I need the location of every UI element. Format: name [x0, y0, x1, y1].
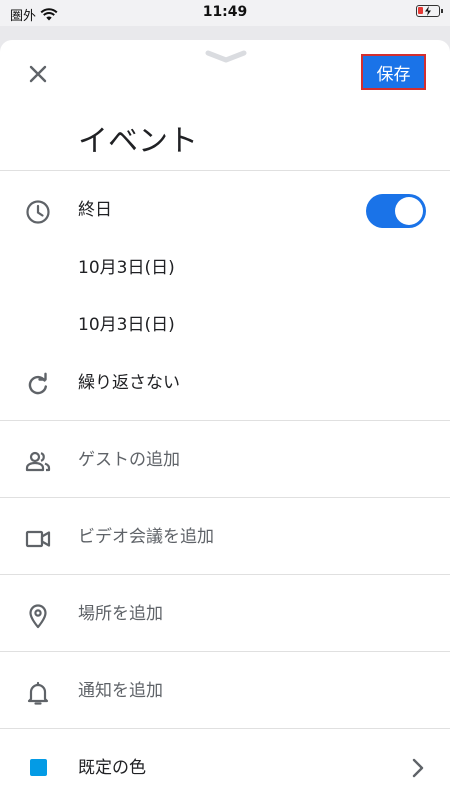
toggle-knob [395, 197, 423, 225]
people-icon [25, 451, 51, 472]
event-sheet: 保存 イベント 終日 10月3日(日) 10月3日(日) 繰り返さない ゲストの… [0, 40, 450, 800]
end-date-row[interactable]: 10月3日(日) [0, 297, 450, 353]
add-video-label: ビデオ会議を追加 [78, 527, 214, 547]
add-notification-row[interactable]: 通知を追加 [0, 663, 450, 719]
chevron-right-icon [412, 758, 424, 778]
start-date-row[interactable]: 10月3日(日) [0, 240, 450, 296]
all-day-label: 終日 [78, 200, 112, 220]
add-video-row[interactable]: ビデオ会議を追加 [0, 509, 450, 565]
color-row[interactable]: 既定の色 [0, 740, 450, 796]
add-guests-row[interactable]: ゲストの追加 [0, 432, 450, 488]
close-icon[interactable] [24, 60, 52, 88]
repeat-row[interactable]: 繰り返さない [0, 355, 450, 411]
divider [0, 651, 450, 652]
start-date[interactable]: 10月3日(日) [78, 240, 175, 296]
add-guests-label: ゲストの追加 [78, 450, 180, 470]
video-camera-icon [25, 530, 51, 548]
status-bar: 圏外 11:49 [0, 0, 450, 26]
divider [0, 574, 450, 575]
color-label: 既定の色 [78, 758, 146, 778]
status-time: 11:49 [202, 4, 248, 20]
all-day-toggle[interactable] [366, 194, 426, 228]
event-title[interactable]: イベント [78, 116, 198, 160]
add-location-label: 場所を追加 [78, 604, 163, 624]
save-button[interactable]: 保存 [361, 54, 426, 90]
repeat-label: 繰り返さない [78, 373, 180, 393]
divider [0, 728, 450, 729]
clock-icon [26, 200, 50, 224]
end-date[interactable]: 10月3日(日) [78, 297, 175, 353]
location-pin-icon [29, 604, 47, 629]
sheet-handle-chevron-icon[interactable] [205, 50, 247, 64]
repeat-icon [28, 372, 47, 395]
battery-icon [416, 5, 443, 17]
add-notification-label: 通知を追加 [78, 681, 163, 701]
divider [0, 420, 450, 421]
all-day-row[interactable]: 終日 [0, 182, 450, 238]
color-swatch [30, 759, 47, 776]
add-location-row[interactable]: 場所を追加 [0, 586, 450, 642]
bell-icon [27, 681, 49, 705]
divider [0, 497, 450, 498]
divider [0, 170, 450, 171]
